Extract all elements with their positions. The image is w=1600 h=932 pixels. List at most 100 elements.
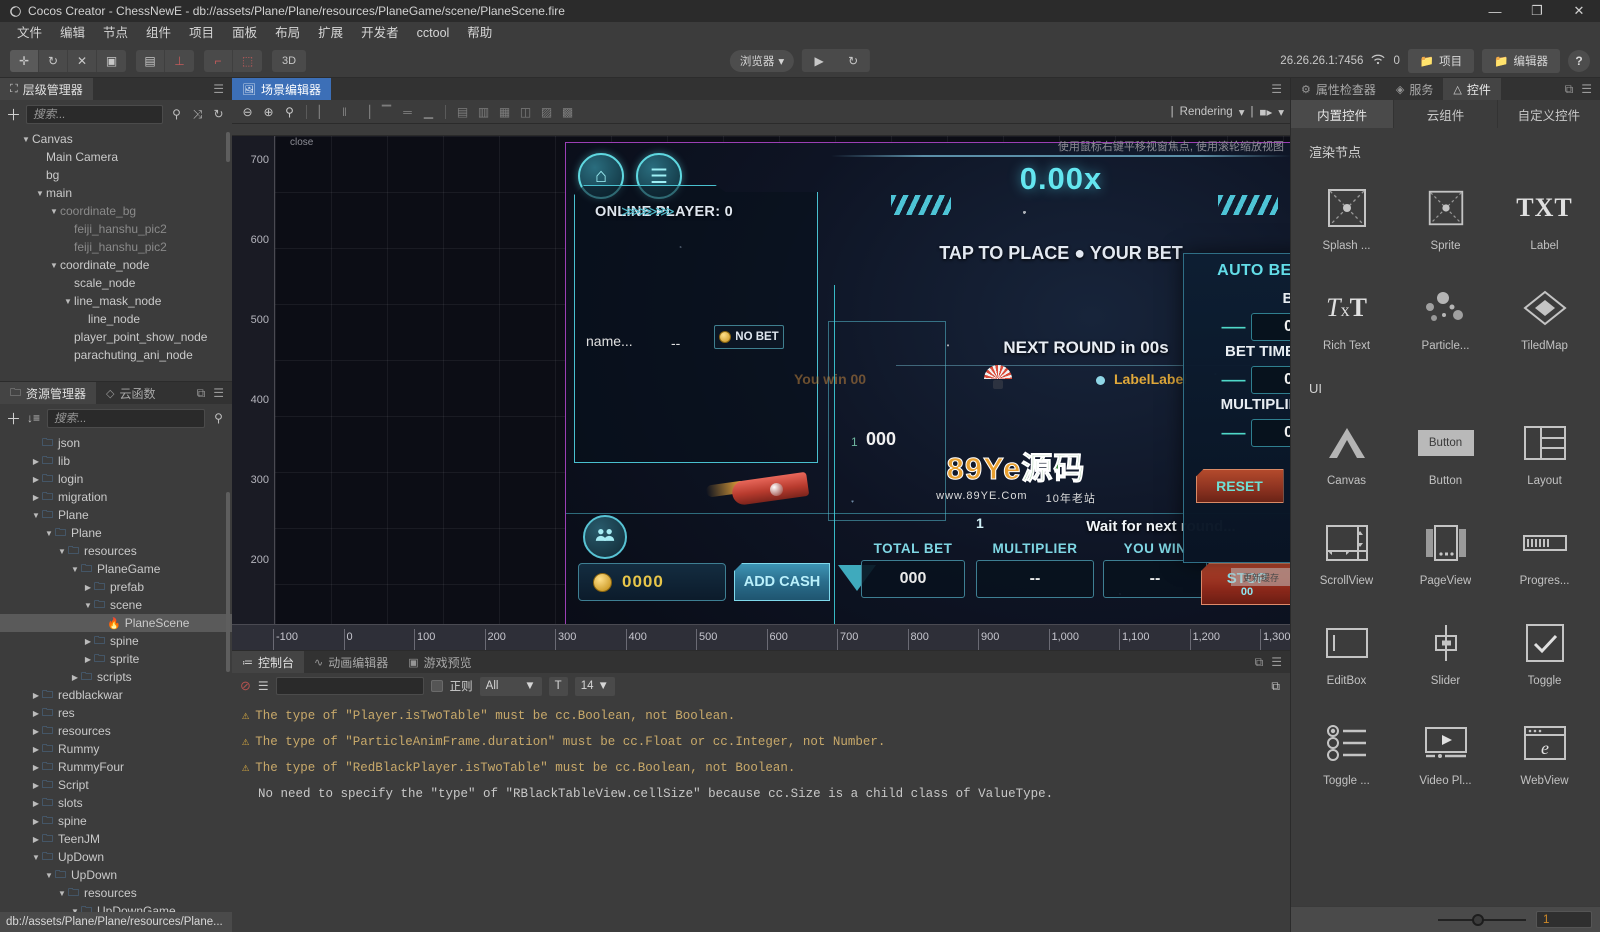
asset-item[interactable]: ▶🗀Script xyxy=(0,776,232,794)
tab-properties-inspector[interactable]: ⚙ 属性检查器 xyxy=(1291,78,1386,100)
chevron-down-icon[interactable]: ▼ xyxy=(56,889,68,898)
close-button[interactable]: ✕ xyxy=(1558,0,1600,22)
chevron-down-icon[interactable]: ▼ xyxy=(20,135,32,144)
hierarchy-node[interactable]: line_node xyxy=(0,310,232,328)
chevron-down-icon[interactable]: ▼ xyxy=(30,853,42,862)
chevron-right-icon[interactable]: ▶ xyxy=(69,673,81,682)
hierarchy-node[interactable]: bg xyxy=(0,166,232,184)
console-log-row[interactable]: ⚠The type of "Player.isTwoTable" must be… xyxy=(232,703,1290,729)
console-menu-icon[interactable]: ☰ xyxy=(1271,655,1282,669)
refresh-button[interactable]: ↻ xyxy=(836,49,870,72)
hierarchy-add-button[interactable]: ＋ xyxy=(6,104,20,125)
widget-tiledmap[interactable]: TiledMap xyxy=(1495,269,1594,367)
chevron-down-icon[interactable]: ▼ xyxy=(48,207,60,216)
chevron-right-icon[interactable]: ▶ xyxy=(30,763,42,772)
zoom-slider[interactable] xyxy=(1438,919,1526,921)
widget-editbox[interactable]: EditBox xyxy=(1297,604,1396,702)
hierarchy-node[interactable]: ▼Canvas xyxy=(0,130,232,148)
pivot-pos-tool[interactable]: ⊥ xyxy=(165,50,194,72)
menu-item-developer[interactable]: 开发者 xyxy=(352,22,408,44)
asset-item[interactable]: ▶🗀slots xyxy=(0,794,232,812)
asset-item[interactable]: ▶🗀resources xyxy=(0,722,232,740)
rotate-tool[interactable]: ↻ xyxy=(39,50,68,72)
align-right-icon[interactable]: ▕ xyxy=(356,102,375,121)
chevron-right-icon[interactable]: ▶ xyxy=(30,835,42,844)
subtab-builtin-widgets[interactable]: 内置控件 xyxy=(1291,100,1394,128)
menu-item-file[interactable]: 文件 xyxy=(8,22,51,44)
inspector-menu-icon[interactable]: ☰ xyxy=(1581,82,1592,96)
multiplier-input[interactable]: 000 xyxy=(1251,419,1291,447)
asset-item[interactable]: ▶🗀spine xyxy=(0,632,232,650)
zoom-fit-icon[interactable]: ⚲ xyxy=(280,102,299,121)
clear-console-icon[interactable]: ⊘ xyxy=(240,678,251,694)
distribute-left-icon[interactable]: ◫ xyxy=(516,102,535,121)
asset-item[interactable]: ▶🗀lib xyxy=(0,452,232,470)
distribute-right-icon[interactable]: ▩ xyxy=(558,102,577,121)
bet-decrement-button[interactable]: — xyxy=(1222,315,1240,339)
regex-checkbox[interactable] xyxy=(431,680,443,692)
console-log-row[interactable]: ⚠The type of "ParticleAnimFrame.duration… xyxy=(232,729,1290,755)
hierarchy-node[interactable]: ▼coordinate_node xyxy=(0,256,232,274)
search-icon[interactable]: ⚲ xyxy=(169,107,184,121)
menu-item-node[interactable]: 节点 xyxy=(94,22,137,44)
chevron-right-icon[interactable]: ▶ xyxy=(30,745,42,754)
hierarchy-node[interactable]: feiji_hanshu_pic2 xyxy=(0,220,232,238)
console-log-list[interactable]: ⚠The type of "Player.isTwoTable" must be… xyxy=(232,699,1290,932)
chevron-right-icon[interactable]: ▶ xyxy=(30,493,42,502)
hierarchy-node[interactable]: ▼main xyxy=(0,184,232,202)
hierarchy-search-input[interactable]: 搜索... xyxy=(26,105,163,124)
distribute-top-icon[interactable]: ▤ xyxy=(453,102,472,121)
asset-item[interactable]: 🗀json xyxy=(0,434,232,452)
chevron-down-icon[interactable]: ▼ xyxy=(69,907,81,912)
hierarchy-scrollbar[interactable] xyxy=(226,132,230,162)
chevron-right-icon[interactable]: ▶ xyxy=(30,709,42,718)
tab-game-preview[interactable]: ▣ 游戏预览 xyxy=(398,651,481,673)
console-filter-input[interactable] xyxy=(276,677,424,695)
distribute-bottom-icon[interactable]: ▦ xyxy=(495,102,514,121)
chevron-right-icon[interactable]: ▶ xyxy=(30,457,42,466)
menu-item-project[interactable]: 项目 xyxy=(180,22,223,44)
chevron-right-icon[interactable]: ▶ xyxy=(30,727,42,736)
asset-item[interactable]: ▼🗀PlaneGame xyxy=(0,560,232,578)
chevron-right-icon[interactable]: ▶ xyxy=(30,781,42,790)
subtab-custom-widgets[interactable]: 自定义控件 xyxy=(1498,100,1600,128)
tab-services[interactable]: ◈ 服务 xyxy=(1386,78,1443,100)
rect-tool[interactable]: ▣ xyxy=(97,50,126,72)
assets-menu-icon[interactable]: ☰ xyxy=(213,386,224,400)
preview-target-select[interactable]: 浏览器 ▾ xyxy=(730,50,794,72)
asset-item[interactable]: ▶🗀redblackwar xyxy=(0,686,232,704)
chevron-right-icon[interactable]: ▶ xyxy=(82,583,94,592)
hierarchy-node[interactable]: Main Camera xyxy=(0,148,232,166)
assets-copy-icon[interactable]: ⧉ xyxy=(197,386,206,401)
distribute-hcenter-icon[interactable]: ▨ xyxy=(537,102,556,121)
widget-slider[interactable]: Slider xyxy=(1396,604,1495,702)
asset-item[interactable]: ▶🗀sprite xyxy=(0,650,232,668)
menu-item-layout[interactable]: 布局 xyxy=(266,22,309,44)
menu-item-edit[interactable]: 编辑 xyxy=(51,22,94,44)
tab-widgets[interactable]: △ 控件 xyxy=(1443,78,1500,100)
widget-splash[interactable]: Splash ... xyxy=(1297,169,1396,267)
chevron-down-icon[interactable]: ▼ xyxy=(43,529,55,538)
hierarchy-node[interactable]: ▼line_mask_node xyxy=(0,292,232,310)
asset-item[interactable]: ▶🗀scripts xyxy=(0,668,232,686)
asset-item[interactable]: ▼🗀Plane xyxy=(0,506,232,524)
asset-item[interactable]: ▶🗀res xyxy=(0,704,232,722)
asset-item[interactable]: ▶🗀TeenJM xyxy=(0,830,232,848)
hierarchy-node[interactable]: parachuting_ani_node xyxy=(0,346,232,364)
assets-tree[interactable]: 🗀json▶🗀lib▶🗀login▶🗀migration▼🗀Plane▼🗀Pla… xyxy=(0,432,232,912)
play-button[interactable]: ▶ xyxy=(802,49,836,72)
mode-3d-toggle[interactable]: 3D xyxy=(272,50,306,72)
console-log-row[interactable]: No need to specify the "type" of "RBlack… xyxy=(232,781,1290,807)
add-cash-button[interactable]: ADD CASH xyxy=(734,563,830,601)
zoom-value-input[interactable]: 1 xyxy=(1536,911,1592,928)
zoom-out-icon[interactable]: ⊖ xyxy=(238,102,257,121)
chevron-down-icon[interactable]: ▼ xyxy=(62,297,74,306)
widget-sprite[interactable]: Sprite xyxy=(1396,169,1495,267)
asset-item[interactable]: ▶🗀RummyFour xyxy=(0,758,232,776)
search-icon[interactable]: ⚲ xyxy=(211,411,226,425)
distribute-middle-icon[interactable]: ▥ xyxy=(474,102,493,121)
bet-input[interactable]: 000 xyxy=(1251,313,1291,341)
reset-button[interactable]: RESET xyxy=(1196,469,1284,503)
asset-item[interactable]: ▶🗀spine xyxy=(0,812,232,830)
hierarchy-node[interactable]: feiji_hanshu_pic2 xyxy=(0,238,232,256)
